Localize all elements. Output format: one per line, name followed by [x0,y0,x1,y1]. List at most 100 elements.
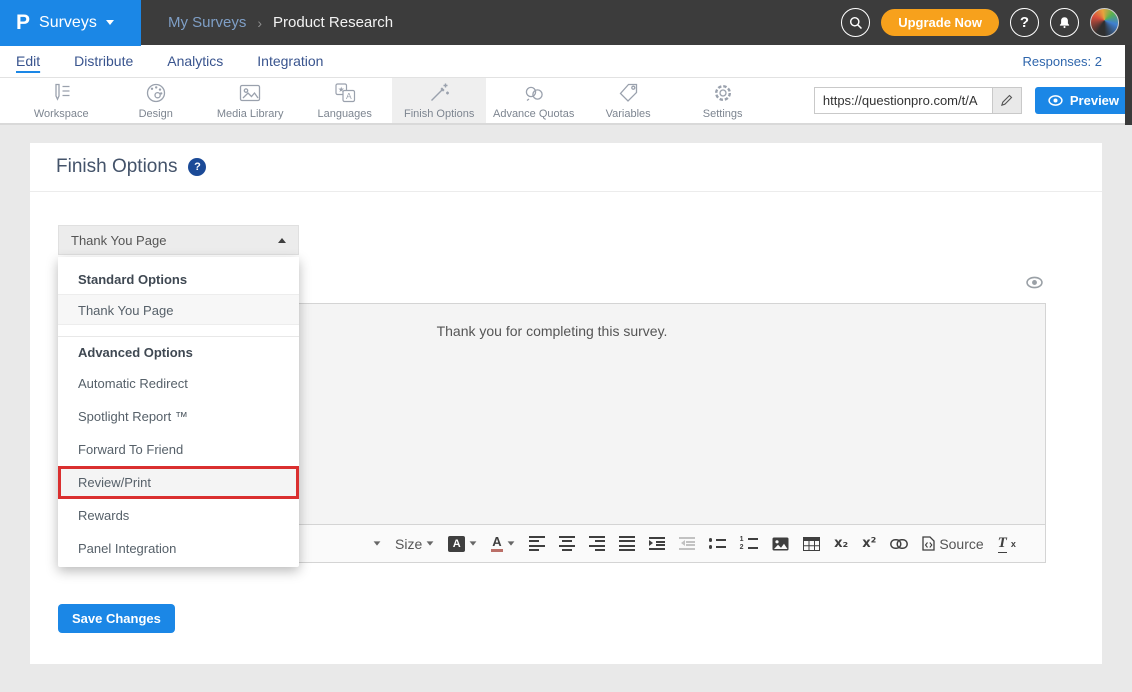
ribbon-item-label: Media Library [217,108,284,120]
finish-option-dropdown: Standard Options Thank You Page Advanced… [58,257,299,567]
upgrade-now-button[interactable]: Upgrade Now [881,9,999,36]
eye-icon [1026,276,1043,289]
indent-button[interactable] [649,537,665,550]
preview-label: Preview [1070,93,1119,108]
palette-icon [144,81,168,105]
ribbon-item-settings[interactable]: Settings [675,78,769,123]
ribbon-item-label: Workspace [34,108,89,120]
ribbon-item-label: Finish Options [404,108,474,120]
responses-count[interactable]: Responses: 2 [1023,54,1132,69]
finish-options-card: Finish Options ? Thank You Page Thank yo… [30,143,1102,664]
magic-wand-icon [427,81,451,105]
link-icon [890,539,908,549]
help-button[interactable]: ? [1010,8,1039,37]
bell-icon [1056,14,1073,31]
text-color-button[interactable]: A [491,535,514,552]
align-left-icon [529,536,545,552]
scrollbar-strip [1125,45,1132,125]
dropdown-item-thank-you-page[interactable]: Thank You Page [58,294,299,325]
breadcrumb-current: Product Research [273,14,393,31]
font-dropdown[interactable] [373,541,381,546]
finish-option-select[interactable]: Thank You Page [58,225,299,255]
ribbon-item-design[interactable]: Design [108,78,202,123]
dropdown-group-header: Standard Options [58,266,299,294]
ribbon-item-finish-options[interactable]: Finish Options [392,78,486,123]
gear-icon [711,81,735,105]
dropdown-item-panel-integration[interactable]: Panel Integration [58,532,299,565]
edit-ribbon: Workspace Design Media Library ★A Langua… [0,78,1132,125]
image-icon [238,81,262,105]
save-changes-button[interactable]: Save Changes [58,604,175,633]
font-size-dropdown[interactable]: Size [395,536,434,552]
ribbon-item-languages[interactable]: ★A Languages [297,78,391,123]
align-right-icon [589,536,605,552]
questionpro-logo-icon: P [16,11,30,35]
section-tabs: Edit Distribute Analytics Integration Re… [0,45,1132,78]
align-left-button[interactable] [529,536,545,552]
ribbon-item-advance-quotas[interactable]: Advance Quotas [486,78,580,123]
ribbon-item-label: Design [139,108,173,120]
notifications-button[interactable] [1050,8,1079,37]
survey-url-input[interactable] [814,87,992,114]
chevron-down-icon [427,541,434,545]
breadcrumb-parent[interactable]: My Surveys [168,14,246,31]
edit-url-button[interactable] [992,87,1022,114]
dropdown-item-review-print[interactable]: Review/Print [58,466,299,499]
table-icon [803,537,820,551]
search-button[interactable] [841,8,870,37]
dropdown-group-header: Advanced Options [58,339,299,367]
ribbon-item-label: Settings [703,108,743,120]
survey-url-group [814,87,1022,114]
ribbon-item-label: Variables [606,108,651,120]
dropdown-item-spotlight-report[interactable]: Spotlight Report ™ [58,400,299,433]
finish-option-select-value: Thank You Page [71,233,166,248]
dropdown-item-automatic-redirect[interactable]: Automatic Redirect [58,367,299,400]
dropdown-item-forward-to-friend[interactable]: Forward To Friend [58,433,299,466]
insert-link-button[interactable] [890,539,908,549]
ribbon-item-label: Advance Quotas [493,108,574,120]
dropdown-item-rewards[interactable]: Rewards [58,499,299,532]
background-color-button[interactable]: A [448,536,477,552]
ribbon-item-media-library[interactable]: Media Library [203,78,297,123]
tab-analytics[interactable]: Analytics [167,53,223,69]
card-body: Thank You Page Thank you for completing … [30,192,1102,664]
source-file-icon [922,536,935,551]
bullet-list-icon [709,538,726,549]
eye-icon [1048,95,1063,106]
tab-integration[interactable]: Integration [257,53,323,69]
page-title: Finish Options [56,156,177,178]
svg-text:A: A [346,91,352,101]
align-justify-button[interactable] [619,536,635,552]
superscript-button[interactable]: x² [862,536,876,551]
preview-thankyou-eye-button[interactable] [1026,276,1043,294]
image-icon [772,537,789,551]
product-switcher-label: Surveys [39,14,97,32]
source-button[interactable]: Source [922,536,983,552]
insert-image-button[interactable] [772,537,789,551]
insert-table-button[interactable] [803,537,820,551]
chevron-down-icon [470,541,477,545]
bullet-list-button[interactable] [709,538,726,549]
tab-distribute[interactable]: Distribute [74,53,133,69]
tab-edit[interactable]: Edit [16,53,40,69]
product-switcher[interactable]: P Surveys [0,0,141,46]
page-background: Finish Options ? Thank You Page Thank yo… [0,125,1132,692]
translate-icon: ★A [333,81,357,105]
ribbon-item-workspace[interactable]: Workspace [14,78,108,123]
subscript-button[interactable]: x₂ [834,536,848,551]
avatar[interactable] [1090,8,1119,37]
align-right-button[interactable] [589,536,605,552]
top-header: P Surveys My Surveys › Product Research … [0,0,1132,45]
chain-links-icon [522,81,546,105]
help-badge-icon[interactable]: ? [188,158,206,176]
align-center-button[interactable] [559,536,575,552]
indent-icon [649,537,665,550]
ribbon-item-variables[interactable]: Variables [581,78,675,123]
numbered-list-button[interactable] [740,537,759,551]
preview-button[interactable]: Preview [1035,87,1132,114]
outdent-button[interactable] [679,537,695,550]
search-icon [847,14,865,32]
remove-format-button[interactable]: Tx [998,535,1016,553]
dropdown-divider [58,336,299,337]
chevron-down-icon [106,20,114,25]
